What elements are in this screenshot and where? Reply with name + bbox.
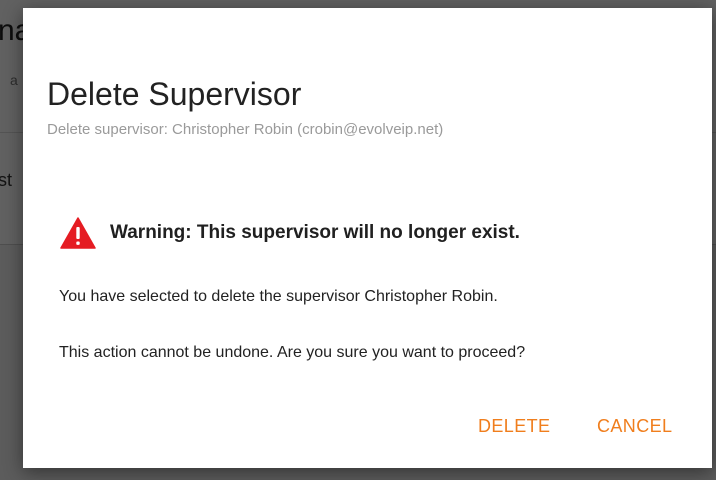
delete-supervisor-dialog: Delete Supervisor Delete supervisor: Chr… (23, 8, 712, 468)
delete-button[interactable]: DELETE (478, 416, 550, 437)
cancel-button[interactable]: CANCEL (597, 416, 672, 437)
dialog-subtitle: Delete supervisor: Christopher Robin (cr… (47, 121, 444, 138)
dialog-body-selected-text: You have selected to delete the supervis… (59, 288, 498, 305)
dialog-body-confirm-text: This action cannot be undone. Are you su… (59, 344, 526, 361)
warning-message: Warning: This supervisor will no longer … (60, 217, 520, 249)
warning-text: Warning: This supervisor will no longer … (110, 222, 520, 243)
warning-triangle-icon (60, 217, 96, 249)
dialog-title: Delete Supervisor (47, 76, 302, 112)
